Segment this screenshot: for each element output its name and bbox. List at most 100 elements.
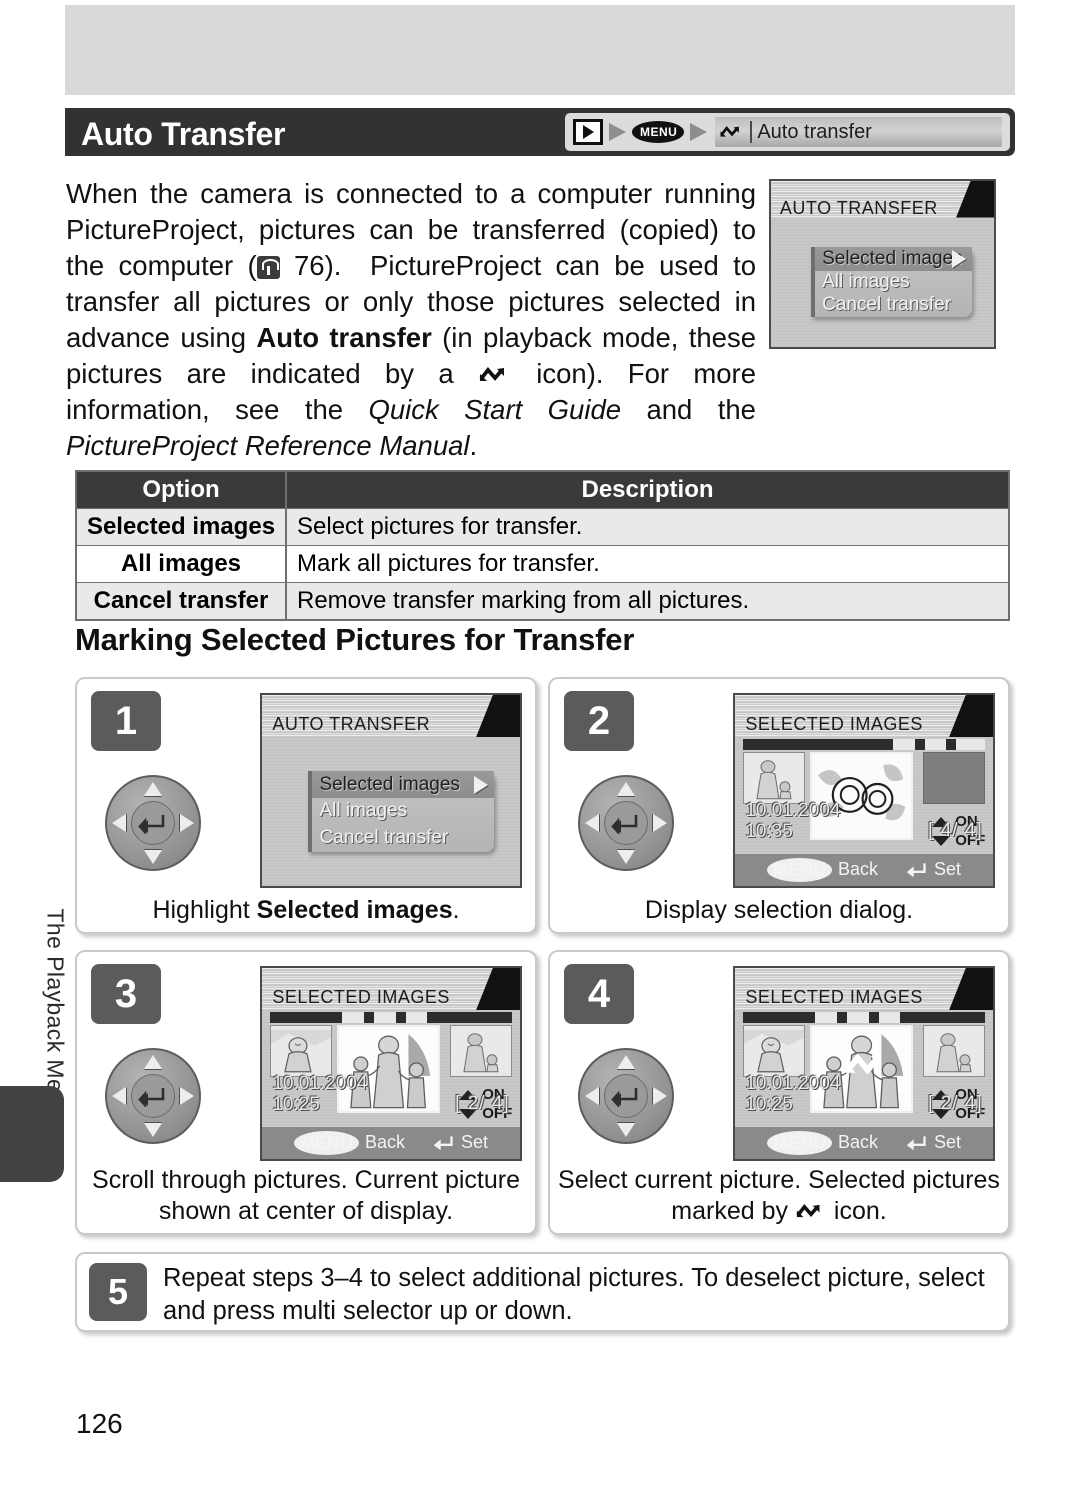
multi-selector-dpad[interactable] — [105, 1048, 201, 1144]
lcd-set-control[interactable]: Set — [431, 1132, 488, 1153]
dpad-right-icon[interactable] — [653, 1087, 667, 1105]
enter-icon — [906, 1136, 926, 1151]
step-card-4: 4 SELECTED IMAGES ON OFF 10.01.2004 10:2… — [548, 950, 1010, 1235]
intro-bold-auto-transfer: Auto transfer — [256, 322, 432, 353]
lcd-menu-item-cancel-transfer[interactable]: Cancel transfer — [312, 825, 494, 852]
intro-italic-quick-start: Quick Start Guide — [368, 394, 622, 425]
lcd-frame-counter: [ 4/ 4] — [928, 820, 983, 842]
dpad-right-icon[interactable] — [180, 814, 194, 832]
lcd-title: AUTO TRANSFER — [779, 197, 938, 218]
lcd-menu-item-all-images[interactable]: All images — [815, 271, 972, 294]
options-table: Option Description Selected images Selec… — [75, 470, 1010, 621]
breadcrumb-item-label: Auto transfer — [757, 120, 872, 143]
step-number-badge: 1 — [91, 691, 161, 751]
dpad-down-icon[interactable] — [144, 850, 162, 864]
menu-button-icon: MENU — [632, 121, 685, 143]
lcd-set-control[interactable]: Set — [904, 1132, 961, 1153]
thumbnail-scrollbar[interactable] — [269, 1011, 513, 1024]
lcd-set-control[interactable]: Set — [904, 859, 961, 880]
lcd-menu-item-selected-images[interactable]: Selected images — [815, 247, 972, 271]
section-heading: Marking Selected Pictures for Transfer — [75, 622, 635, 657]
table-cell-description: Mark all pictures for transfer. — [297, 550, 600, 577]
step-caption-2: Display selection dialog. — [644, 896, 914, 924]
table-cell-option: Cancel transfer — [77, 583, 287, 619]
photo-woman-child — [743, 757, 804, 800]
lcd-datetime: 10.01.2004 10:35 — [745, 800, 841, 843]
dpad-right-icon[interactable] — [653, 814, 667, 832]
lcd-corner-notch — [476, 968, 520, 1011]
enter-icon[interactable] — [611, 1085, 641, 1107]
lcd-corner-notch — [476, 695, 520, 738]
dpad-up-icon[interactable] — [617, 1055, 635, 1069]
side-tab-block — [0, 1086, 64, 1182]
enter-icon[interactable] — [138, 1085, 168, 1107]
dpad-up-icon[interactable] — [144, 782, 162, 796]
dpad-left-icon[interactable] — [112, 1087, 126, 1105]
dpad-left-icon[interactable] — [585, 1087, 599, 1105]
dpad-right-icon[interactable] — [180, 1087, 194, 1105]
table-header-option: Option — [77, 472, 287, 508]
table-header-description: Description — [581, 476, 714, 503]
lcd-title: SELECTED IMAGES — [745, 987, 923, 1008]
thumbnail-previous[interactable] — [742, 1025, 805, 1077]
lcd-footer-bar: MENU Back Set — [262, 1126, 520, 1159]
lcd-footer-bar: MENU Back Set — [735, 1126, 993, 1159]
top-banner — [65, 5, 1015, 95]
photo-portrait — [743, 1030, 804, 1073]
lcd-frame-counter: [ 2/ 4] — [928, 1093, 983, 1115]
breadcrumb: MENU Auto transfer — [560, 108, 1015, 156]
lcd-menu-item-selected-images[interactable]: Selected images — [312, 771, 495, 799]
multi-selector-dpad[interactable] — [578, 775, 674, 871]
enter-icon — [906, 863, 926, 878]
breadcrumb-separator — [750, 121, 753, 143]
thumbnail-previous[interactable] — [269, 1025, 332, 1077]
thumbnail-next[interactable] — [923, 1025, 986, 1077]
enter-icon[interactable] — [611, 812, 641, 834]
photo-portrait — [270, 1030, 331, 1073]
page-reference-icon — [256, 256, 280, 279]
enter-icon — [433, 1136, 453, 1151]
intro-italic-reference-manual: PictureProject Reference Manual — [66, 430, 470, 461]
lcd-corner-notch — [949, 968, 993, 1011]
lcd-back-control[interactable]: MENU Back — [766, 1130, 878, 1155]
dpad-down-icon[interactable] — [144, 1123, 162, 1137]
intro-text-5: and the — [621, 394, 756, 425]
dpad-left-icon[interactable] — [585, 814, 599, 832]
step-number-badge: 5 — [89, 1263, 147, 1321]
dpad-down-icon[interactable] — [617, 850, 635, 864]
dpad-down-icon[interactable] — [617, 1123, 635, 1137]
lcd-datetime: 10.01.2004 10:25 — [745, 1073, 841, 1116]
thumbnail-previous[interactable] — [742, 752, 805, 804]
page-header: Auto Transfer MENU Auto transfer — [65, 108, 1015, 156]
multi-selector-dpad[interactable] — [578, 1048, 674, 1144]
table-cell-option: Selected images — [77, 509, 287, 545]
lcd-back-control[interactable]: MENU Back — [293, 1130, 405, 1155]
lcd-menu-item-cancel-transfer[interactable]: Cancel transfer — [815, 294, 972, 317]
multi-selector-dpad[interactable] — [105, 775, 201, 871]
step-number-badge: 3 — [91, 964, 161, 1024]
thumbnail-scrollbar[interactable] — [742, 738, 986, 751]
chevron-right-icon — [951, 249, 966, 268]
arrow-right-icon-2 — [690, 123, 708, 141]
table-cell-description: Select pictures for transfer. — [297, 513, 583, 540]
lcd-menu-item-all-images[interactable]: All images — [312, 798, 494, 825]
step-caption-5: Repeat steps 3–4 to select additional pi… — [163, 1264, 985, 1325]
step3-lcd: SELECTED IMAGES ON OFF 10.01.2004 10:25 … — [260, 966, 522, 1161]
thumbnail-next[interactable] — [450, 1025, 513, 1077]
menu-badge-icon: MENU — [766, 1130, 832, 1155]
dpad-left-icon[interactable] — [112, 814, 126, 832]
thumbnail-next[interactable] — [923, 752, 986, 804]
thumbnail-scrollbar[interactable] — [742, 1011, 986, 1024]
table-cell-option: All images — [77, 546, 287, 582]
step1-lcd: AUTO TRANSFER Selected images All images… — [260, 693, 522, 888]
lcd-menu-box: Selected images All images Cancel transf… — [308, 771, 495, 852]
lcd-back-control[interactable]: MENU Back — [766, 857, 878, 882]
dpad-up-icon[interactable] — [144, 1055, 162, 1069]
step-caption-3: Scroll through pictures. Current picture… — [92, 1166, 520, 1225]
table-row: All images Mark all pictures for transfe… — [77, 545, 1008, 582]
dpad-up-icon[interactable] — [617, 782, 635, 796]
lcd-frame-counter: [ 2/ 4] — [455, 1093, 510, 1115]
step-caption-1: Highlight Selected images. — [152, 896, 460, 924]
menu-badge-icon: MENU — [766, 857, 832, 882]
enter-icon[interactable] — [138, 812, 168, 834]
